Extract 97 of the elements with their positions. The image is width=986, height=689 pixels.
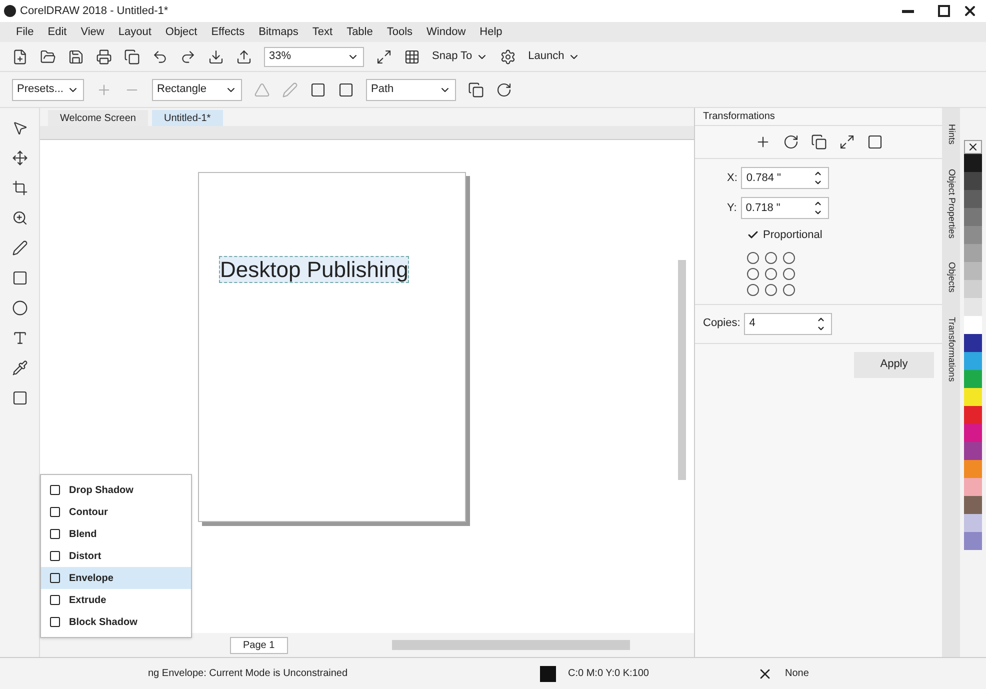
color-swatch[interactable]	[964, 190, 982, 208]
flyout-item[interactable]: Envelope	[41, 567, 191, 589]
horizontal-scrollbar[interactable]	[392, 640, 630, 650]
presets-dropdown[interactable]: Presets...	[12, 78, 84, 100]
x-label: X:	[727, 170, 738, 186]
color-swatch[interactable]	[964, 460, 982, 478]
docker-tab[interactable]: Object Properties	[944, 168, 958, 238]
menu-item[interactable]: Edit	[48, 24, 67, 40]
grid-icon[interactable]	[404, 48, 420, 64]
undo-icon[interactable]	[152, 48, 168, 64]
flyout-item[interactable]: Blend	[41, 523, 191, 545]
color-swatch[interactable]	[964, 514, 982, 532]
copies-field[interactable]: 4	[744, 312, 832, 334]
page-tab[interactable]: Page 1	[230, 636, 288, 654]
flyout-item[interactable]: Drop Shadow	[41, 479, 191, 501]
color-swatch[interactable]	[964, 244, 982, 262]
new-file-icon[interactable]	[12, 48, 28, 64]
menu-item[interactable]: Bitmaps	[258, 24, 298, 40]
eyedropper-tool-icon[interactable]	[12, 360, 28, 376]
x-field[interactable]: 0.784 "	[741, 167, 830, 189]
color-swatch[interactable]	[964, 172, 982, 190]
flyout-item[interactable]: Distort	[41, 545, 191, 567]
document-tab[interactable]: Welcome Screen	[48, 110, 148, 126]
color-swatch[interactable]	[964, 496, 982, 514]
color-swatch[interactable]	[964, 424, 982, 442]
freehand-tool-icon[interactable]	[12, 240, 28, 256]
menu-item[interactable]: Effects	[211, 24, 245, 40]
minimize-icon[interactable]	[902, 10, 914, 12]
rectangle-tool-icon[interactable]	[12, 270, 28, 286]
menu-item[interactable]: View	[80, 24, 104, 40]
menu-item[interactable]: Layout	[118, 24, 152, 40]
menu-item[interactable]: Window	[426, 24, 466, 40]
color-swatch[interactable]	[964, 316, 982, 334]
fill-info: C:0 M:0 Y:0 K:100	[568, 667, 649, 681]
y-field[interactable]: 0.718 "	[740, 197, 829, 219]
color-swatch[interactable]	[964, 298, 982, 316]
menu-item[interactable]: Table	[346, 24, 373, 40]
print-icon[interactable]	[96, 48, 112, 64]
rotate-icon[interactable]	[782, 134, 798, 150]
color-swatch[interactable]	[964, 406, 982, 424]
vertical-scrollbar[interactable]	[678, 260, 686, 480]
snap-to-button[interactable]: Snap To	[432, 48, 488, 65]
mode-dropdown[interactable]: Path	[366, 78, 456, 100]
color-swatch[interactable]	[964, 388, 982, 406]
flyout-item[interactable]: Block Shadow	[41, 611, 191, 633]
text-tool-icon[interactable]	[12, 330, 28, 346]
selected-text: Desktop Publishing	[219, 256, 410, 283]
ellipse-tool-icon[interactable]	[12, 300, 28, 316]
color-swatch[interactable]	[964, 370, 982, 388]
flyout-item[interactable]: Contour	[41, 501, 191, 523]
menu-item[interactable]: File	[16, 24, 34, 40]
copies-label: Copies:	[703, 316, 740, 332]
docker-tab[interactable]: Objects	[944, 262, 958, 293]
color-swatch[interactable]	[964, 334, 982, 352]
docker-tab[interactable]: Transformations	[944, 316, 958, 382]
anchor-grid-icon[interactable]	[747, 252, 797, 296]
open-folder-icon[interactable]	[40, 48, 56, 64]
color-swatch[interactable]	[964, 208, 982, 226]
menu-item[interactable]: Tools	[386, 24, 413, 40]
color-swatch[interactable]	[964, 352, 982, 370]
menu-item[interactable]: Text	[312, 24, 333, 40]
zoom-tool-icon[interactable]	[12, 210, 28, 226]
close-icon[interactable]	[962, 3, 978, 19]
panel-title: Transformations	[695, 108, 942, 126]
menu-item[interactable]: Help	[480, 24, 502, 40]
import-icon[interactable]	[208, 48, 224, 64]
flyout-item[interactable]: Extrude	[41, 589, 191, 611]
color-swatch[interactable]	[964, 226, 982, 244]
y-label: Y:	[727, 200, 737, 216]
outline-info: None	[784, 667, 809, 681]
color-swatch[interactable]	[964, 154, 982, 172]
no-color-swatch[interactable]	[964, 140, 982, 154]
copy-icon[interactable]	[124, 48, 140, 64]
color-swatch[interactable]	[964, 478, 982, 496]
launch-button[interactable]: Launch	[528, 48, 580, 65]
maximize-icon[interactable]	[938, 5, 950, 17]
document-tab[interactable]: Untitled-1*	[152, 110, 223, 126]
shape-dropdown[interactable]: Rectangle	[152, 78, 242, 100]
save-icon[interactable]	[68, 48, 84, 64]
redo-icon[interactable]	[180, 48, 196, 64]
fill-swatch-icon	[540, 666, 556, 682]
color-swatch[interactable]	[964, 532, 982, 550]
proportional-checkbox[interactable]: Proportional	[747, 227, 942, 244]
pick-tool-icon[interactable]	[12, 120, 28, 136]
docker-tab[interactable]: Hints	[944, 124, 958, 145]
color-swatch[interactable]	[964, 280, 982, 298]
color-swatch[interactable]	[964, 262, 982, 280]
window-title: CorelDRAW 2018 - Untitled-1*	[20, 4, 170, 19]
crop-tool-icon[interactable]	[12, 180, 28, 196]
zoom-dropdown[interactable]: 33%	[264, 46, 364, 66]
export-icon[interactable]	[236, 48, 252, 64]
settings-icon[interactable]	[500, 48, 516, 64]
app-logo-icon	[4, 5, 16, 17]
apply-button[interactable]: Apply	[854, 352, 934, 378]
status-message: ng Envelope: Current Mode is Unconstrained	[147, 667, 349, 681]
color-swatch[interactable]	[964, 442, 982, 460]
menu-item[interactable]: Object	[165, 24, 198, 40]
